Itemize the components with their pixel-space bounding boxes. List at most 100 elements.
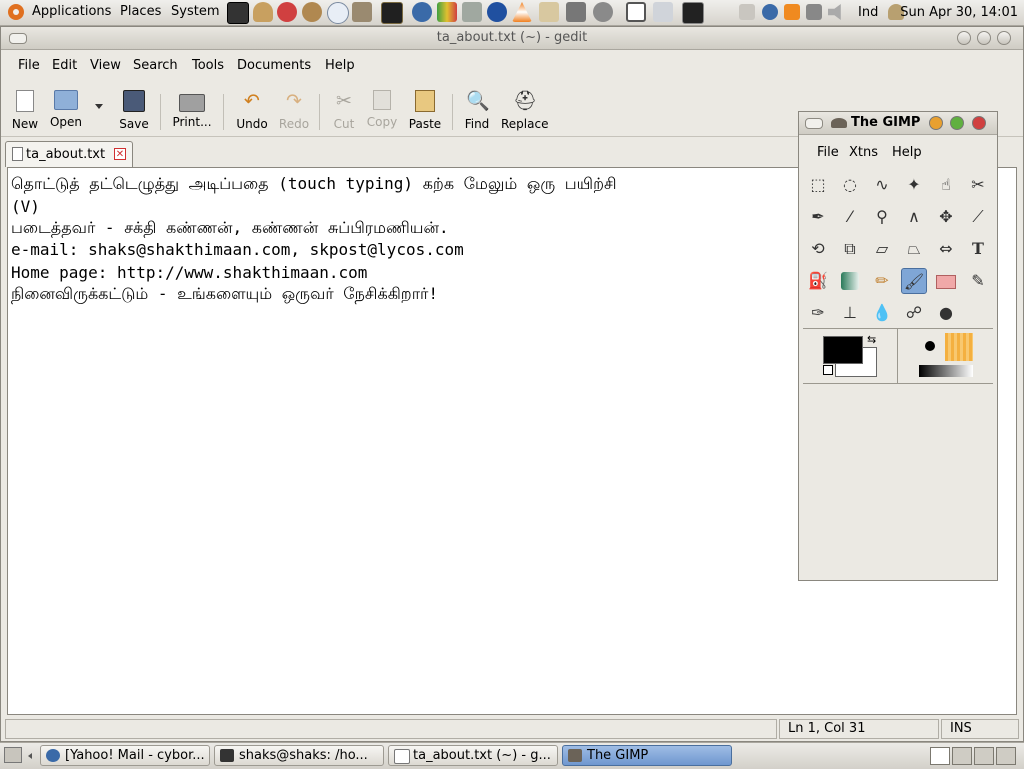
show-desktop-icon[interactable]	[4, 747, 22, 763]
cd-player-launcher-icon[interactable]	[277, 2, 297, 22]
color-picker-tool-icon[interactable]: ⁄	[837, 204, 863, 230]
open-recent-dropdown-icon[interactable]	[95, 104, 103, 109]
ellipse-select-tool-icon[interactable]: ◌	[837, 172, 863, 198]
package-launcher-icon[interactable]	[462, 2, 482, 22]
pencil-tool-icon[interactable]: ✏	[869, 268, 895, 294]
console-launcher-icon[interactable]	[682, 2, 704, 24]
task-gimp[interactable]: The GIMP	[562, 745, 732, 766]
network-launcher-icon[interactable]	[412, 2, 432, 22]
smudge-tool-icon[interactable]: ☍	[901, 300, 927, 326]
vlc-launcher-icon[interactable]	[512, 2, 532, 22]
gimp-close-button[interactable]	[972, 116, 986, 130]
clock[interactable]: Sun Apr 30, 14:01	[900, 5, 1018, 20]
task-terminal[interactable]: shaks@shaks: /ho...	[214, 745, 384, 766]
gimp-maximize-button[interactable]	[950, 116, 964, 130]
keyboard-layout-indicator[interactable]: Ind	[858, 5, 878, 20]
tab-ta-about[interactable]: ta_about.txt ✕	[5, 141, 133, 167]
window-menu-icon[interactable]	[9, 33, 27, 44]
gnu-launcher-icon[interactable]	[302, 2, 322, 22]
redo-button[interactable]: ↷ Redo	[271, 90, 317, 136]
terminal-launcher-icon[interactable]	[227, 2, 249, 24]
editor-launcher-icon[interactable]	[653, 2, 673, 22]
gimp-wilber-launcher-icon[interactable]	[352, 2, 372, 22]
replace-button[interactable]: ⛑ Replace	[501, 90, 548, 136]
zoom-tool-icon[interactable]: ⚲	[869, 204, 895, 230]
perspective-tool-icon[interactable]: ⏢	[901, 236, 927, 262]
default-colors-icon[interactable]	[823, 365, 833, 375]
window-menu-icon[interactable]	[805, 118, 823, 129]
workspace-4[interactable]	[996, 747, 1016, 765]
keyboard-tray-icon[interactable]	[739, 4, 755, 20]
volume-icon[interactable]	[828, 4, 841, 20]
book-launcher-icon[interactable]	[539, 2, 559, 22]
maximize-button[interactable]	[977, 31, 991, 45]
open-button[interactable]: Open	[43, 90, 89, 136]
close-button[interactable]	[997, 31, 1011, 45]
save-button[interactable]: Save	[111, 90, 157, 136]
gimp-menu-help[interactable]: Help	[892, 145, 922, 160]
measure-tool-icon[interactable]: ∧	[901, 204, 927, 230]
ink-tool-icon[interactable]: ✑	[805, 300, 831, 326]
gimp-launcher-icon[interactable]	[253, 2, 273, 22]
scale-tool-icon[interactable]: ⧉	[837, 236, 863, 262]
menu-help[interactable]: Help	[325, 58, 355, 73]
workspace-1[interactable]	[930, 747, 950, 765]
sound-meter-launcher-icon[interactable]	[437, 2, 457, 22]
magic-wand-tool-icon[interactable]: ✦	[901, 172, 927, 198]
gimp-title-bar[interactable]: The GIMP	[799, 112, 997, 135]
flip-tool-icon[interactable]: ⇔	[933, 236, 959, 262]
menu-edit[interactable]: Edit	[52, 58, 77, 73]
bucket-fill-tool-icon[interactable]: ⛽	[805, 268, 831, 294]
find-button[interactable]: 🔍 Find	[454, 90, 500, 136]
task-yahoo-mail[interactable]: [Yahoo! Mail - cybor...	[40, 745, 210, 766]
pattern-indicator-icon[interactable]	[945, 333, 973, 361]
applications-menu[interactable]: Applications	[32, 4, 111, 19]
menu-file[interactable]: File	[18, 58, 40, 73]
gimp-menu-xtns[interactable]: Xtns	[849, 145, 878, 160]
browser-launcher-icon[interactable]	[327, 2, 349, 24]
menu-view[interactable]: View	[90, 58, 121, 73]
swap-colors-icon[interactable]: ⇆	[867, 333, 876, 346]
eraser-tool-icon[interactable]	[933, 268, 959, 294]
select-by-color-tool-icon[interactable]: ☝	[933, 172, 959, 198]
print-button[interactable]: Print...	[169, 90, 215, 136]
gradient-indicator-icon[interactable]	[919, 365, 973, 377]
paintbrush-tool-icon[interactable]: 🖌	[901, 268, 927, 294]
scissors-select-tool-icon[interactable]: ✂	[965, 172, 991, 198]
text-tool-icon[interactable]: T	[965, 236, 991, 262]
globe-launcher-icon[interactable]	[487, 2, 507, 22]
app-launcher-icon[interactable]	[381, 2, 403, 24]
foreground-color-swatch[interactable]	[823, 336, 863, 364]
new-button[interactable]: New	[2, 90, 48, 136]
menu-tools[interactable]: Tools	[192, 58, 224, 73]
copy-button[interactable]: Copy	[359, 90, 405, 136]
blend-tool-icon[interactable]	[841, 272, 859, 290]
places-menu[interactable]: Places	[120, 4, 161, 19]
screenshot-launcher-icon[interactable]	[626, 2, 646, 22]
move-tool-icon[interactable]: ✥	[933, 204, 959, 230]
brush-indicator-icon[interactable]	[925, 341, 935, 351]
dodge-burn-tool-icon[interactable]: ●	[933, 300, 959, 326]
blur-tool-icon[interactable]: 💧	[869, 300, 895, 326]
lasso-tool-icon[interactable]: ∿	[869, 172, 895, 198]
workspace-3[interactable]	[974, 747, 994, 765]
undo-button[interactable]: ↶ Undo	[229, 90, 275, 136]
tab-close-icon[interactable]: ✕	[114, 148, 126, 160]
task-gedit[interactable]: ta_about.txt (~) - g...	[388, 745, 558, 766]
update-tray-icon[interactable]	[784, 4, 800, 20]
paths-tool-icon[interactable]: ✒	[805, 204, 831, 230]
clone-tool-icon[interactable]: ⊥	[837, 300, 863, 326]
workspace-2[interactable]	[952, 747, 972, 765]
help-tray-icon[interactable]	[762, 4, 778, 20]
gimp-menu-file[interactable]: File	[817, 145, 839, 160]
rotate-tool-icon[interactable]: ⟲	[805, 236, 831, 262]
menu-documents[interactable]: Documents	[237, 58, 311, 73]
ubuntu-logo-icon[interactable]	[8, 4, 24, 20]
gimp-minimize-button[interactable]	[929, 116, 943, 130]
airbrush-tool-icon[interactable]: ✎	[965, 268, 991, 294]
shear-tool-icon[interactable]: ▱	[869, 236, 895, 262]
crop-tool-icon[interactable]: ⟋	[965, 204, 991, 230]
gedit-title-bar[interactable]: ta_about.txt (~) - gedit	[1, 27, 1023, 50]
gimp-tray-icon[interactable]	[806, 4, 822, 20]
minimize-button[interactable]	[957, 31, 971, 45]
